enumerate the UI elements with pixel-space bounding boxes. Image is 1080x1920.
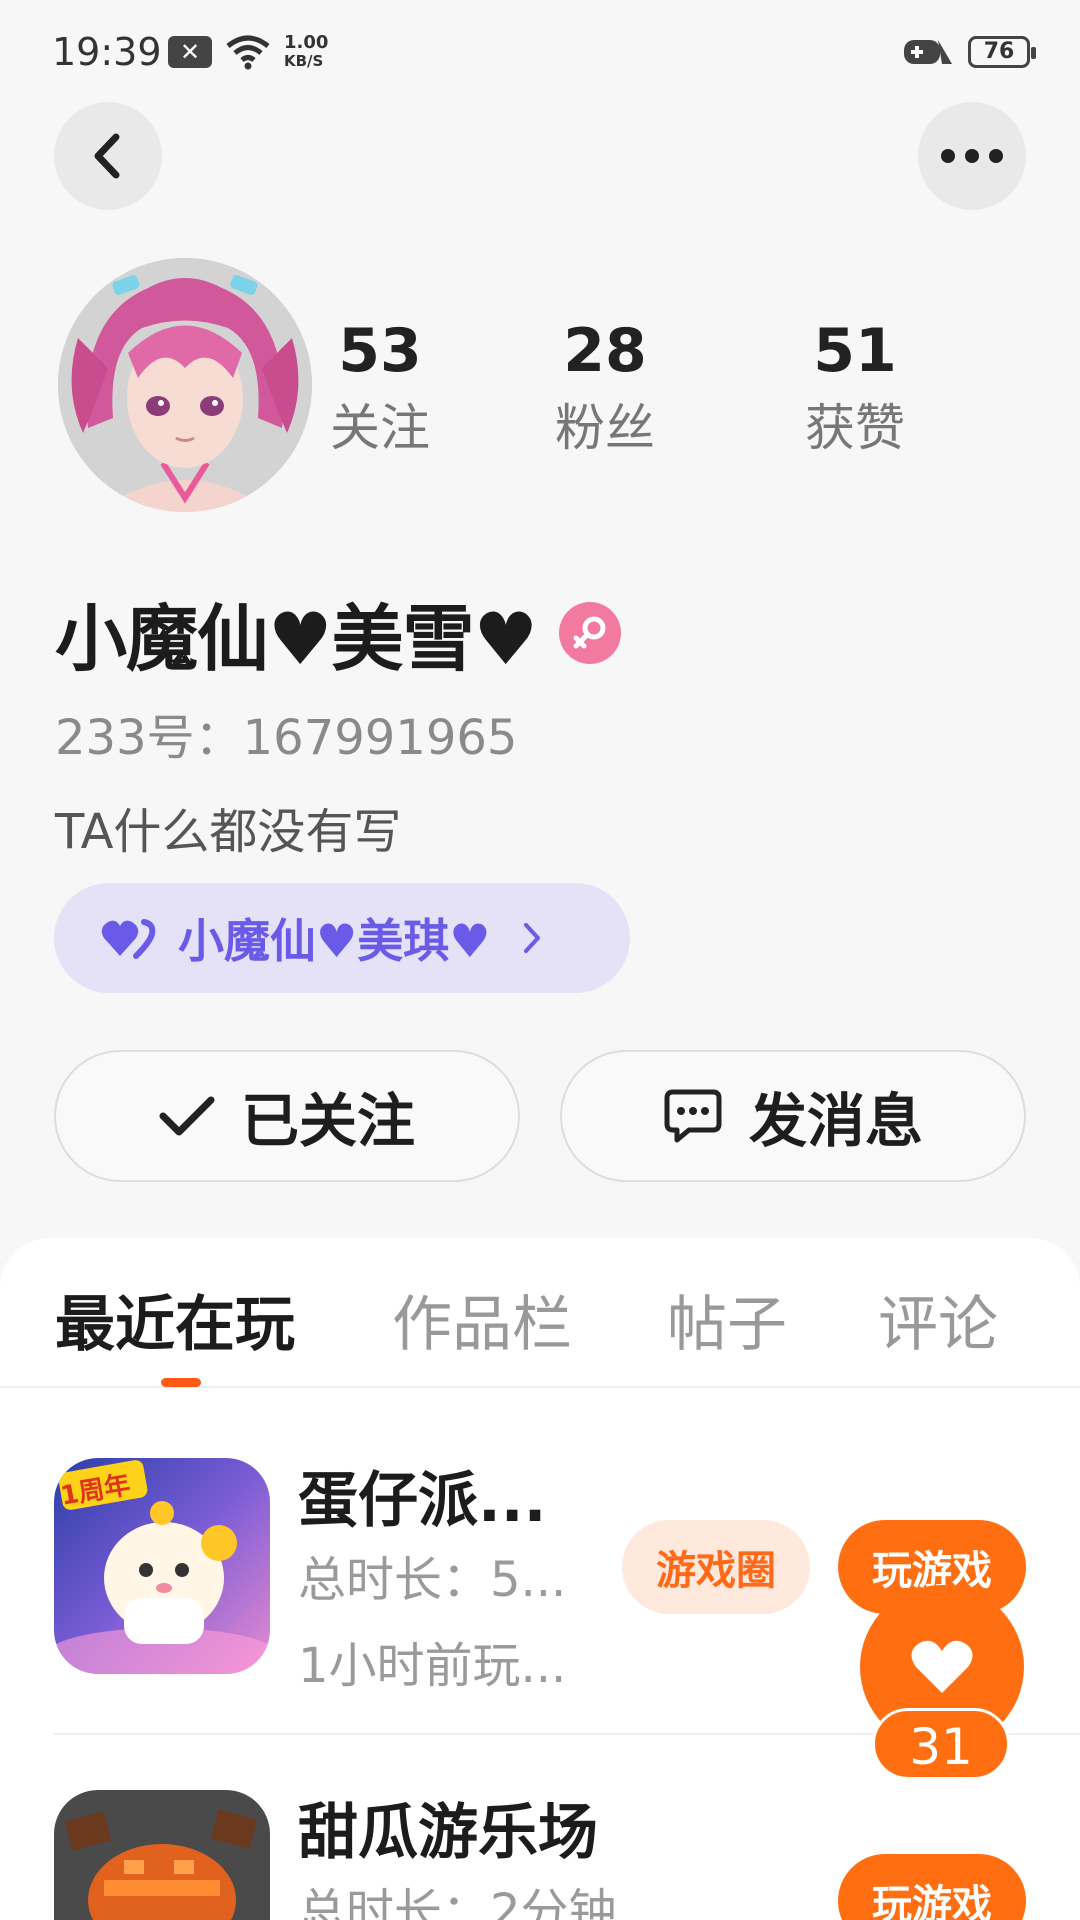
profile-stats: 53 关注 28 粉丝 51 获赞 [300, 315, 920, 475]
heart-icon [911, 1640, 973, 1693]
more-dots-icon [941, 149, 1003, 163]
avatar-image [58, 258, 312, 512]
stat-followers[interactable]: 28 粉丝 [525, 315, 685, 463]
tab-indicator [161, 1378, 201, 1387]
stat-following[interactable]: 53 关注 [300, 315, 460, 463]
nickname-row: 小魔仙♥美雪♥ [55, 580, 622, 685]
send-message-button[interactable]: 发消息 [560, 1050, 1026, 1182]
checkmark-icon [159, 1096, 215, 1136]
chat-bubble-icon [664, 1089, 722, 1143]
female-icon [559, 601, 622, 664]
like-count: 31 [872, 1708, 1010, 1780]
tab-posts[interactable]: 帖子 [667, 1276, 787, 1363]
stat-likes[interactable]: 51 获赞 [775, 315, 935, 463]
more-button[interactable] [918, 102, 1026, 210]
game-title: 甜瓜游乐场 [298, 1798, 598, 1868]
stat-label: 粉丝 [555, 399, 655, 457]
status-icons-right: 76 [902, 34, 1036, 70]
notification-icon: ✕ [168, 36, 212, 68]
cp-relation-pill[interactable]: 小魔仙♥美琪♥ [54, 883, 630, 993]
bio: TA什么都没有写 [55, 804, 402, 860]
avatar[interactable] [58, 258, 312, 512]
status-time: 19:39 [52, 30, 162, 74]
double-heart-icon [101, 919, 156, 959]
chevron-right-icon [524, 923, 541, 953]
stat-value: 53 [338, 316, 422, 386]
play-game-button[interactable]: 玩游戏 [838, 1854, 1026, 1920]
game-duration: 总时长：5... [298, 1552, 567, 1608]
follow-label: 已关注 [240, 1087, 415, 1155]
network-speed: 1.00 KB/S [284, 32, 329, 71]
status-icons-left: ✕ 1.00 KB/S [168, 34, 328, 70]
game-duration: 总时长：2分钟 [298, 1884, 617, 1920]
back-button[interactable] [54, 102, 162, 210]
status-bar: 19:39 ✕ 1.00 KB/S 76 [0, 0, 1080, 100]
game-circle-button[interactable]: 游戏圈 [622, 1520, 810, 1614]
tab-comments[interactable]: 评论 [878, 1276, 998, 1363]
cp-name: 小魔仙♥美琪♥ [178, 914, 491, 968]
battery-indicator: 76 [968, 36, 1036, 68]
wifi-icon [226, 35, 270, 70]
chevron-left-icon [94, 133, 120, 179]
message-label: 发消息 [748, 1087, 923, 1155]
stat-label: 关注 [330, 399, 430, 457]
stat-value: 51 [813, 316, 897, 386]
game-title: 蛋仔派... [298, 1466, 547, 1536]
game-last-played: 1小时前玩... [298, 1638, 567, 1694]
tab-bar: 最近在玩 作品栏 帖子 评论 [0, 1238, 1080, 1388]
stat-value: 28 [563, 316, 647, 386]
stat-label: 获赞 [805, 399, 905, 457]
tab-recently-played[interactable]: 最近在玩 [55, 1276, 295, 1363]
nickname: 小魔仙♥美雪♥ [55, 597, 538, 681]
followed-button[interactable]: 已关注 [54, 1050, 520, 1182]
user-id: 233号：167991965 [55, 710, 518, 766]
gamepad-icon [904, 40, 952, 64]
game-icon [54, 1790, 270, 1920]
tab-works[interactable]: 作品栏 [392, 1276, 572, 1363]
